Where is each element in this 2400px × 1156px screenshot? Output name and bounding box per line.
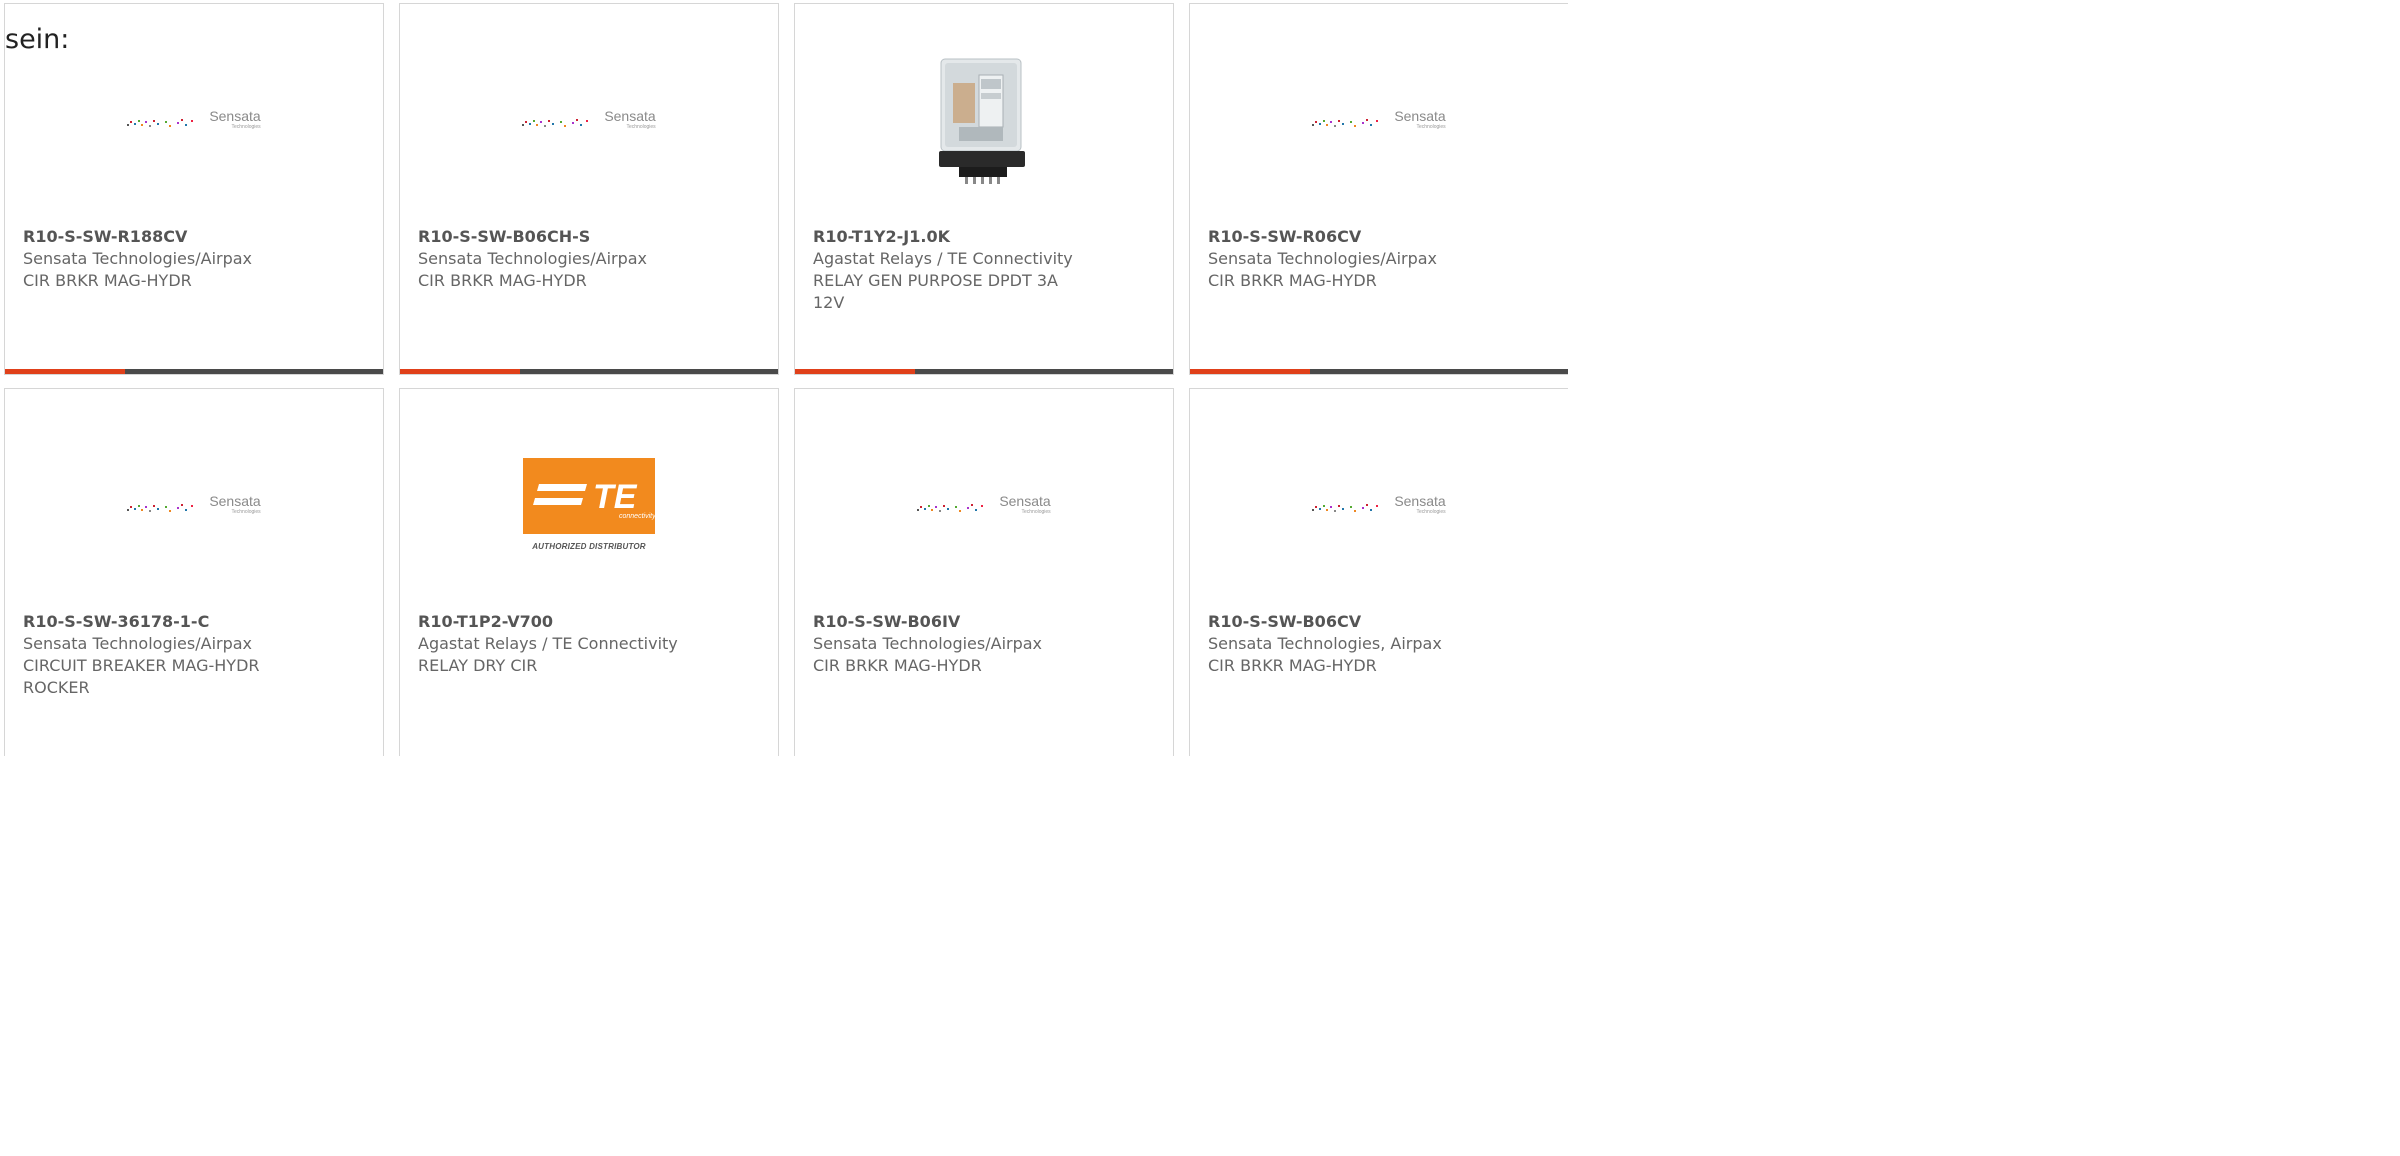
product-card[interactable]: Sensata Technologies R10-S-SW-B06CV Sens… (1189, 388, 1568, 756)
card-bottom-bar (795, 369, 1173, 374)
sensata-dots-icon (917, 503, 984, 512)
description: RELAY GEN PURPOSE DPDT 3A 12V (813, 271, 1058, 312)
product-image[interactable]: Sensata Technologies (1190, 44, 1568, 194)
product-image[interactable]: Sensata Technologies (5, 429, 383, 579)
product-image[interactable]: Sensata Technologies (5, 44, 383, 194)
card-bottom-bar (400, 369, 778, 374)
logo-subtext: Technologies (1416, 508, 1446, 515)
part-number-link[interactable]: R10-S-SW-B06CV (1208, 611, 1492, 633)
logo-text: Sensata (209, 492, 261, 509)
sensata-dots-icon (522, 118, 589, 127)
te-logo-text: TE (593, 478, 638, 516)
description: CIRCUIT BREAKER MAG-HYDR ROCKER (23, 656, 260, 697)
part-number-link[interactable]: R10-S-SW-B06IV (813, 611, 1093, 633)
logo-text: Sensata (1394, 492, 1446, 509)
sensata-logo: Sensata Technologies (1312, 107, 1446, 130)
logo-subtext: Technologies (231, 508, 261, 515)
sensata-logo: Sensata Technologies (1312, 492, 1446, 515)
description: CIR BRKR MAG-HYDR (813, 656, 982, 675)
product-card[interactable]: Sensata Technologies R10-S-SW-B06CH-S Se… (399, 3, 779, 375)
manufacturer: Agastat Relays / TE Connectivity (418, 634, 678, 653)
te-logo: TE connectivity AUTHORIZED DISTRIBUTOR (523, 457, 656, 551)
sensata-dots-icon (1312, 118, 1379, 127)
product-card[interactable]: Sensata Technologies R10-S-SW-B06IV Sens… (794, 388, 1174, 756)
relay-photo (919, 53, 1049, 185)
manufacturer: Sensata Technologies, Airpax (1208, 634, 1442, 653)
logo-text: Sensata (209, 107, 261, 124)
product-image[interactable]: Sensata Technologies (795, 429, 1173, 579)
description: CIR BRKR MAG-HYDR (1208, 656, 1377, 675)
card-accent (400, 369, 520, 374)
te-logo-subtext: connectivity (619, 513, 655, 520)
manufacturer: Sensata Technologies/Airpax (813, 634, 1043, 653)
description: RELAY DRY CIR (418, 656, 538, 675)
intro-text: sein: (5, 24, 70, 55)
description: CIR BRKR MAG-HYDR (23, 271, 192, 290)
part-number-link[interactable]: R10-S-SW-B06CH-S (418, 226, 698, 248)
part-number-link[interactable]: R10-T1P2-V700 (418, 611, 698, 633)
card-accent (795, 369, 915, 374)
product-image[interactable]: Sensata Technologies (1190, 429, 1568, 579)
sensata-dots-icon (127, 503, 194, 512)
sensata-dots-icon (127, 118, 194, 127)
description: CIR BRKR MAG-HYDR (1208, 271, 1377, 290)
manufacturer: Agastat Relays / TE Connectivity (813, 249, 1073, 268)
sensata-logo: Sensata Technologies (917, 492, 1051, 515)
manufacturer: Sensata Technologies/Airpax (23, 249, 253, 268)
product-card[interactable]: TE connectivity AUTHORIZED DISTRIBUTOR R… (399, 388, 779, 756)
part-number-link[interactable]: R10-S-SW-R188CV (23, 226, 303, 248)
card-bottom-bar (1190, 369, 1568, 374)
product-card[interactable]: Sensata Technologies R10-S-SW-R188CV Sen… (4, 3, 384, 375)
logo-text: Sensata (999, 492, 1051, 509)
te-distributor-caption: AUTHORIZED DISTRIBUTOR (532, 541, 646, 551)
logo-subtext: Technologies (1021, 508, 1051, 515)
logo-text: Sensata (604, 107, 656, 124)
part-number-link[interactable]: R10-T1Y2-J1.0K (813, 226, 1093, 248)
te-mark-icon: TE connectivity (523, 457, 656, 534)
product-grid-page: sein: Sensata Technologies R10-S-SW-R188… (0, 0, 1568, 756)
sensata-logo: Sensata Technologies (127, 492, 261, 515)
product-image[interactable]: Sensata Technologies (400, 44, 778, 194)
description: CIR BRKR MAG-HYDR (418, 271, 587, 290)
product-card[interactable]: Sensata Technologies R10-S-SW-36178-1-C … (4, 388, 384, 756)
part-number-link[interactable]: R10-S-SW-R06CV (1208, 226, 1492, 248)
product-card[interactable]: R10-T1Y2-J1.0K Agastat Relays / TE Conne… (794, 3, 1174, 375)
sensata-dots-icon (1312, 503, 1379, 512)
card-accent (5, 369, 125, 374)
manufacturer: Sensata Technologies/Airpax (23, 634, 253, 653)
logo-subtext: Technologies (1416, 123, 1446, 130)
product-card[interactable]: Sensata Technologies R10-S-SW-R06CV Sens… (1189, 3, 1568, 375)
part-number-link[interactable]: R10-S-SW-36178-1-C (23, 611, 303, 633)
logo-text: Sensata (1394, 107, 1446, 124)
card-bottom-bar (5, 369, 383, 374)
card-accent (1190, 369, 1310, 374)
manufacturer: Sensata Technologies/Airpax (418, 249, 648, 268)
logo-subtext: Technologies (626, 123, 656, 130)
te-logo-box: TE connectivity (523, 457, 656, 534)
sensata-logo: Sensata Technologies (127, 107, 261, 130)
sensata-logo: Sensata Technologies (522, 107, 656, 130)
product-image[interactable] (795, 44, 1173, 194)
logo-subtext: Technologies (231, 123, 261, 130)
product-image[interactable]: TE connectivity AUTHORIZED DISTRIBUTOR (400, 429, 778, 579)
manufacturer: Sensata Technologies/Airpax (1208, 249, 1438, 268)
